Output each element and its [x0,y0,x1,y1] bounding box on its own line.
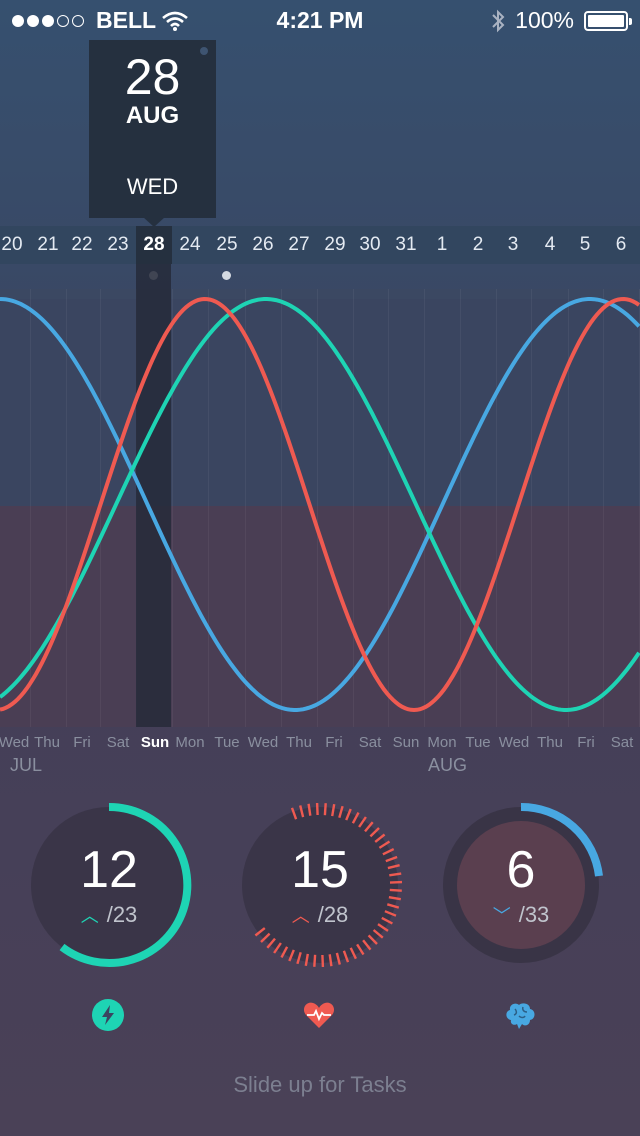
weekday-label: Wed [247,734,279,751]
date-cell[interactable]: 24 [172,226,208,264]
weekday-label: Mon [427,734,457,751]
date-cell[interactable]: 3 [495,226,531,264]
weekday-label: Sat [106,734,130,751]
date-cell[interactable]: 26 [245,226,281,264]
weekday-label: Thu [286,734,312,751]
date-cell[interactable]: 2 [460,226,496,264]
month-label-jul: JUL [10,755,43,775]
weekday-label: Sat [358,734,382,751]
date-cell[interactable]: 29 [317,226,353,264]
weekday-label: Tue [214,734,240,751]
date-cell[interactable]: 22 [64,226,100,264]
weekday-label: Fri [577,734,595,751]
date-cell[interactable]: 25 [209,226,245,264]
date-cell[interactable]: 30 [352,226,388,264]
heart-pulse-icon[interactable] [302,998,336,1032]
date-cell[interactable]: 1 [424,226,460,264]
date-cell[interactable]: 4 [532,226,568,264]
battery-percent: 100% [515,7,574,33]
date-cell-selected[interactable]: 28 [136,226,172,264]
event-dot-icon [222,271,231,280]
intellectual-value: 6 [506,841,536,899]
slide-up-hint[interactable]: Slide up for Tasks [0,1072,640,1098]
selected-date-card[interactable]: 28 AUG WED [89,40,216,218]
selected-month: AUG [125,102,180,129]
date-cell[interactable]: 5 [567,226,603,264]
weekday-label: Fri [325,734,343,751]
weekday-label: Sat [610,734,634,751]
physical-value: 12 [80,841,138,899]
bluetooth-icon [492,9,505,32]
weekday-label: Tue [465,734,491,751]
weekday-label: Sun [392,734,420,751]
date-cell[interactable]: 6 [603,226,639,264]
date-strip[interactable]: 20 21 22 23 28 24 25 26 27 29 30 31 1 2 3 4 5 6 [0,226,640,264]
emotional-total: /28 [317,902,349,927]
selected-weekday: WED [126,174,179,199]
emotional-ring[interactable]: 15 ︿ /28 [235,800,405,970]
date-cell[interactable]: 23 [100,226,136,264]
trend-up-icon: ︿ [291,906,310,926]
brain-icon[interactable] [503,998,537,1032]
physical-wave [0,297,640,712]
weekday-label: Sun [140,734,170,751]
selected-day: 28 [124,49,181,105]
intellectual-ring[interactable]: 6 ﹀ /33 [436,800,606,970]
signal-strength-icon [12,14,84,27]
emotional-value: 15 [291,841,349,899]
weekday-label: Wed [498,734,530,751]
trend-down-icon: ﹀ [492,906,511,926]
battery-icon [584,10,632,31]
intellectual-wave [0,297,640,712]
physical-total: /23 [106,902,138,927]
intellectual-total: /33 [518,902,550,927]
trend-up-icon: ︿ [80,906,99,926]
weekday-label: Thu [537,734,563,751]
date-cell[interactable]: 21 [30,226,66,264]
status-bar: BELL 4:21 PM 100% [0,0,640,40]
weekday-label: Thu [34,734,60,751]
month-label-aug: AUG [428,755,468,775]
date-cell[interactable]: 31 [388,226,424,264]
lightning-bolt-icon[interactable] [91,998,125,1032]
physical-ring[interactable]: 12 ︿ /23 [24,800,194,970]
weekday-label: Fri [73,734,91,751]
biorhythm-chart[interactable] [0,289,640,727]
date-cell[interactable]: 27 [281,226,317,264]
carrier-name: BELL [96,7,157,33]
weekday-label: Mon [175,734,205,751]
date-cell[interactable]: 20 [0,226,30,264]
wifi-icon [162,11,188,31]
emotional-wave [0,296,640,713]
